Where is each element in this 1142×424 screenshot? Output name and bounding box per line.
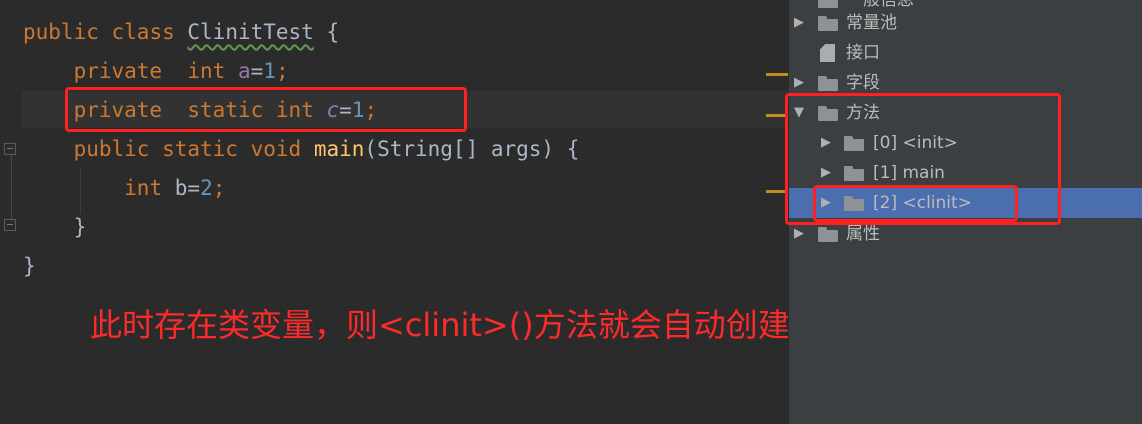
tree-item-constant-pool[interactable]: ▶ 常量池 xyxy=(789,8,1142,38)
keyword: public xyxy=(23,20,99,44)
code-editor[interactable]: public class ClinitTest { private int a=… xyxy=(0,0,790,424)
fold-start-icon[interactable] xyxy=(4,143,16,155)
brace: } xyxy=(73,215,87,239)
keyword: int xyxy=(124,176,163,200)
brace: } xyxy=(23,254,36,278)
operator: = xyxy=(187,176,201,200)
folder-icon xyxy=(818,0,838,8)
bytecode-structure-tree[interactable]: 一般信息 ▶ 常量池 接口 ▶ 字段 ▼ 方法 ▶ [0] <init> ▶ [… xyxy=(785,0,1142,424)
keyword: static xyxy=(162,137,238,161)
code-line-6[interactable]: } xyxy=(23,208,87,247)
keyword: private xyxy=(73,59,163,83)
expand-arrow-icon[interactable]: ▶ xyxy=(792,8,806,38)
operator: = xyxy=(250,59,264,83)
semicolon: ; xyxy=(275,59,289,83)
tree-item-interfaces[interactable]: 接口 xyxy=(789,38,1142,68)
number-literal: 1 xyxy=(263,59,276,83)
folder-icon xyxy=(818,76,838,91)
error-stripe-mark[interactable] xyxy=(766,73,788,76)
keyword: public xyxy=(73,137,150,161)
local-variable: b xyxy=(174,176,188,200)
class-name: ClinitTest xyxy=(187,20,314,44)
semicolon: ; xyxy=(212,176,226,200)
brace: { xyxy=(326,20,340,44)
fold-end-icon[interactable] xyxy=(4,219,16,231)
number-literal: 2 xyxy=(200,176,213,200)
editor-gutter xyxy=(0,0,22,424)
folder-icon xyxy=(818,227,838,242)
fold-guide xyxy=(11,150,12,228)
folder-icon xyxy=(818,16,838,31)
parameters: (String[] args) { xyxy=(364,137,580,161)
code-line-4[interactable]: public static void main(String[] args) { xyxy=(23,130,580,169)
keyword: class xyxy=(111,20,175,44)
keyword: int xyxy=(187,59,226,83)
tree-item-label: 常量池 xyxy=(846,13,897,33)
code-line-1[interactable]: public class ClinitTest { xyxy=(23,13,339,52)
keyword: void xyxy=(250,137,302,161)
highlight-box-static-field xyxy=(65,87,467,132)
tree-item-label: 接口 xyxy=(846,43,880,63)
code-line-2[interactable]: private int a=1; xyxy=(23,52,289,91)
code-line-7[interactable]: } xyxy=(23,247,36,286)
annotation-text: 此时存在类变量，则<clinit>()方法就会自动创建 xyxy=(90,306,790,344)
method-name: main xyxy=(313,137,365,161)
highlight-box-clinit xyxy=(813,185,1018,222)
field-name: a xyxy=(237,59,251,83)
file-icon xyxy=(820,44,835,62)
code-line-5[interactable]: int b=2; xyxy=(23,169,225,208)
